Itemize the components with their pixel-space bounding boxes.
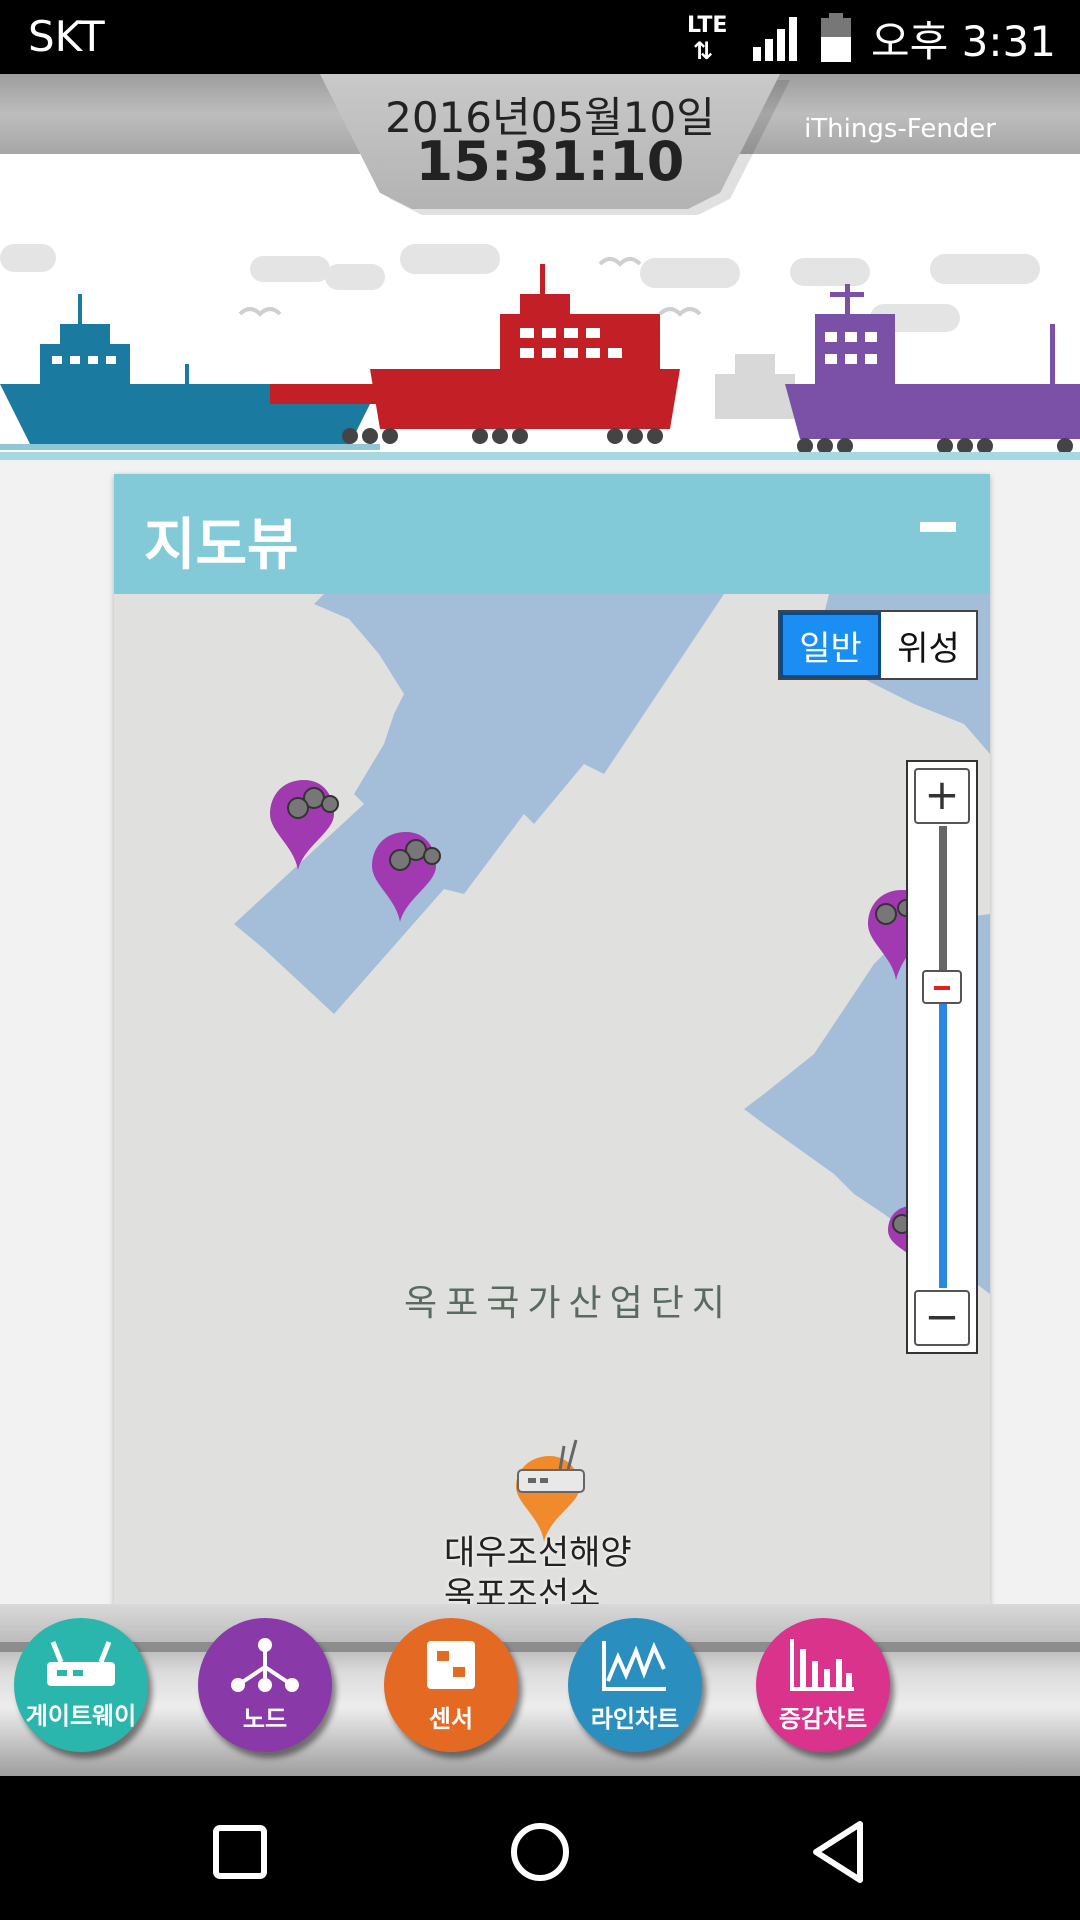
gateway-marker-orange[interactable]	[506, 1436, 596, 1546]
map-place-label: 대우조선해양 옥포조선소	[444, 1532, 632, 1614]
carrier-name: SKT	[28, 12, 105, 61]
bottom-toolbar: 게이트웨이 노드 센서 라인차트 증감차트	[0, 1604, 1080, 1776]
network-node-icon	[231, 1637, 299, 1692]
grey-ship	[715, 354, 795, 419]
ships-illustration	[0, 244, 1080, 454]
network-type: LTE	[687, 13, 728, 38]
back-button[interactable]	[800, 1812, 880, 1892]
zoom-slider-handle[interactable]	[922, 970, 962, 1004]
collapse-button[interactable]	[920, 522, 956, 532]
sensor-marker-purple-1[interactable]	[264, 774, 344, 874]
status-bar: SKT LTE ⇅ 오후 3:31	[0, 0, 1080, 74]
panel-header: 지도뷰	[114, 474, 990, 594]
zoom-track-upper	[939, 826, 947, 976]
home-button[interactable]	[500, 1812, 580, 1892]
map-canvas[interactable]: 옥포국가산업단지 대우조선해양 옥포조선소 일반 위성 + −	[114, 594, 990, 1614]
gateway-button[interactable]: 게이트웨이	[14, 1618, 148, 1752]
zoom-in-button[interactable]: +	[914, 768, 970, 824]
sensor-marker-purple-2[interactable]	[366, 826, 446, 926]
app-screen: SKT LTE ⇅ 오후 3:31 2016년05월10일 15:31:10 i…	[0, 0, 1080, 1920]
line-chart-icon	[602, 1640, 666, 1691]
map-type-toggle: 일반 위성	[778, 610, 978, 680]
bar-chart-icon	[790, 1638, 854, 1691]
node-button[interactable]: 노드	[198, 1618, 332, 1752]
zoom-out-button[interactable]: −	[914, 1290, 970, 1346]
lte-icon: LTE ⇅	[687, 11, 733, 65]
battery-icon	[821, 13, 852, 62]
delta-chart-button[interactable]: 증감차트	[756, 1618, 890, 1752]
map-type-satellite-button[interactable]: 위성	[881, 612, 976, 678]
line-chart-button[interactable]: 라인차트	[568, 1618, 702, 1752]
sensor-button-label: 센서	[428, 1704, 474, 1733]
map-area-label: 옥포국가산업단지	[404, 1283, 733, 1324]
signal-icon	[753, 17, 798, 61]
toolbar-rail	[0, 1642, 1080, 1652]
brand-label: iThings-Fender	[804, 114, 996, 144]
gateway-button-label: 게이트웨이	[25, 1701, 137, 1730]
delta-chart-button-label: 증감차트	[778, 1704, 868, 1733]
zoom-track-lower	[939, 992, 947, 1288]
blue-ship	[0, 294, 380, 450]
router-icon	[47, 1640, 115, 1686]
sensor-button[interactable]: 센서	[384, 1618, 518, 1752]
line-chart-button-label: 라인차트	[590, 1704, 680, 1733]
recent-apps-button[interactable]	[200, 1812, 280, 1892]
date-panel: 2016년05월10일 15:31:10	[320, 74, 780, 209]
sensor-chip-icon	[427, 1640, 475, 1689]
status-icons: LTE ⇅ 오후 3:31	[687, 8, 1056, 68]
map-view-panel: 지도뷰 옥포국가산업단지 대우조선해양 옥포조선소 일반 위성 + −	[114, 474, 990, 1614]
zoom-control: + −	[906, 760, 978, 1354]
header-divider	[0, 452, 1080, 460]
data-arrows-icon: ⇅	[693, 37, 714, 65]
place-label-line1: 대우조선해양	[444, 1533, 632, 1573]
header-time: 15:31:10	[415, 130, 685, 193]
map-type-normal-button[interactable]: 일반	[780, 612, 881, 678]
panel-title: 지도뷰	[144, 513, 299, 578]
system-nav-bar	[0, 1776, 1080, 1920]
status-clock: 오후 3:31	[871, 16, 1056, 66]
app-header: 2016년05월10일 15:31:10 iThings-Fender	[0, 74, 1080, 460]
node-button-label: 노드	[242, 1704, 288, 1733]
